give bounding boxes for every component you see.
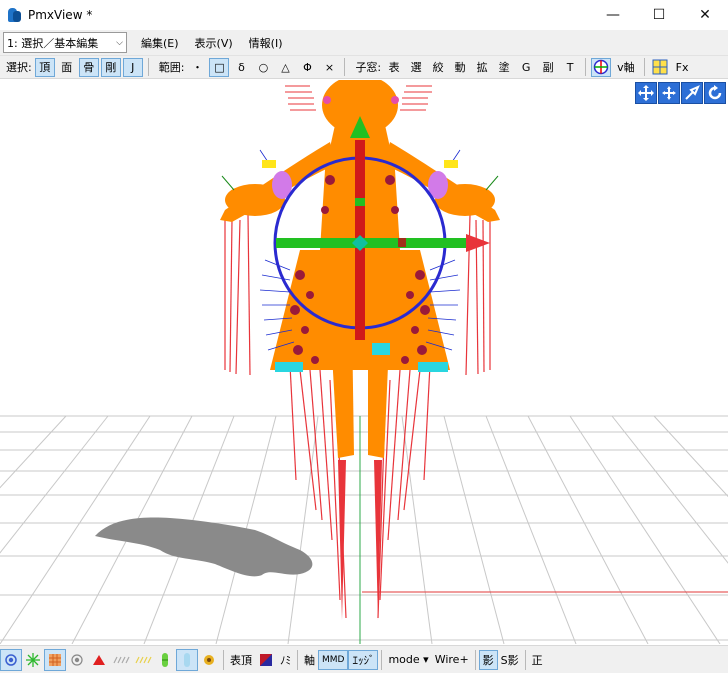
child-t-button[interactable]: T	[560, 58, 580, 77]
child-scale-button[interactable]: 拡	[472, 58, 492, 77]
target-icon[interactable]	[66, 649, 88, 671]
child-paint-button[interactable]: 塗	[494, 58, 514, 77]
child-sub-button[interactable]: 副	[538, 58, 558, 77]
maximize-button[interactable]: ☐	[636, 0, 682, 30]
menu-info[interactable]: 情報(I)	[247, 35, 285, 51]
range-point-button[interactable]: ・	[187, 58, 207, 77]
separator	[147, 58, 149, 76]
capsule-icon[interactable]	[154, 649, 176, 671]
select-label: 選択:	[6, 61, 32, 74]
pan-view-icon[interactable]	[658, 82, 680, 104]
move-view-icon[interactable]	[635, 82, 657, 104]
texture-icon[interactable]	[44, 648, 66, 671]
title-bar: PmxView * — ☐ ✕	[0, 0, 728, 30]
range-clear-button[interactable]: ×	[319, 58, 339, 77]
child-window-label: 子窓:	[355, 61, 382, 74]
hem-left	[275, 362, 303, 372]
x-handle	[398, 238, 406, 247]
child-select-button[interactable]: 選	[406, 58, 426, 77]
range-delta-button[interactable]: δ	[231, 58, 251, 77]
self-shadow-button[interactable]: S影	[498, 650, 522, 670]
child-table-button[interactable]: 表	[384, 58, 404, 77]
child-filter-button[interactable]: 絞	[428, 58, 448, 77]
model-shadow	[95, 517, 313, 577]
bottom-bar: 表頂 ﾉﾐ 軸 MMD ｴｯｼﾞ mode ▾ Wire+ 影 S影 正	[0, 645, 728, 673]
material-color-icon[interactable]	[255, 649, 277, 671]
vertex-display-button[interactable]: 表頂	[227, 650, 255, 670]
range-phi-button[interactable]: Φ	[297, 58, 317, 77]
spark-left	[221, 175, 235, 191]
separator	[223, 649, 224, 670]
wire-plus-button[interactable]: Wire+	[432, 650, 472, 670]
mode-select[interactable]: 1: 選択／基本編集 ⌵	[3, 32, 127, 53]
child-g-button[interactable]: G	[516, 58, 536, 77]
chevron-down-icon: ▾	[423, 653, 429, 666]
separator	[643, 58, 645, 76]
edge-button[interactable]: ｴｯｼﾞ	[348, 649, 379, 670]
rotate-view-icon[interactable]	[704, 82, 726, 104]
separator	[585, 58, 587, 76]
menu-edit[interactable]: 編集(E)	[139, 35, 181, 51]
window-title: PmxView *	[28, 8, 93, 22]
select-joint-button[interactable]: J	[122, 57, 143, 77]
v-axis-button[interactable]: v軸	[613, 58, 639, 77]
range-rect-button[interactable]: □	[209, 57, 230, 77]
close-button[interactable]: ✕	[682, 0, 728, 30]
separator	[474, 649, 476, 670]
scene-canvas	[0, 80, 728, 644]
mode-dropdown[interactable]: mode ▾	[385, 650, 431, 670]
front-view-button[interactable]: 正	[529, 650, 546, 670]
joint-icon[interactable]	[198, 649, 220, 671]
select-face-button[interactable]: 面	[57, 58, 77, 77]
yellow-lines-icon[interactable]	[132, 649, 154, 671]
chevron-down-icon: ⌵	[116, 37, 123, 48]
zoom-view-icon[interactable]	[681, 82, 703, 104]
hem-right	[418, 362, 448, 372]
hem-center	[372, 343, 390, 355]
app-icon	[6, 7, 22, 23]
spark-icon[interactable]	[22, 649, 44, 671]
fx-grid-icon[interactable]	[650, 58, 670, 77]
select-bone-button[interactable]: 骨	[78, 57, 99, 77]
shadow-button[interactable]: 影	[478, 649, 498, 670]
mode-label: mode	[388, 653, 420, 666]
range-circle-button[interactable]: ○	[253, 58, 273, 77]
range-triangle-button[interactable]: △	[275, 58, 295, 77]
x-arrow	[466, 234, 490, 252]
3d-viewport[interactable]	[0, 80, 728, 644]
body-icon[interactable]	[176, 648, 198, 671]
select-vertex-button[interactable]: 頂	[34, 57, 55, 77]
select-rigid-button[interactable]: 剛	[100, 57, 121, 77]
v-axis-icon[interactable]	[591, 57, 612, 77]
y-handle	[355, 198, 365, 206]
mi-button[interactable]: ﾉﾐ	[277, 650, 294, 670]
triangle-icon[interactable]	[88, 649, 110, 671]
range-label: 範囲:	[158, 61, 185, 74]
separator	[381, 649, 383, 670]
tool-bar: 選択: 頂 面 骨 剛 J 範囲: ・ □ δ ○ △ Φ × 子窓: 表 選 …	[0, 56, 728, 79]
mmd-button[interactable]: MMD	[318, 649, 349, 670]
menu-view[interactable]: 表示(V)	[193, 35, 235, 51]
window-controls: — ☐ ✕	[590, 0, 728, 30]
child-move-button[interactable]: 動	[450, 58, 470, 77]
wire-lines-icon[interactable]	[110, 649, 132, 671]
ribbon-right	[391, 96, 399, 104]
yellow-right	[444, 160, 458, 168]
x-bar	[276, 238, 466, 248]
view-tools	[635, 82, 726, 104]
spark-right	[485, 175, 499, 191]
minimize-button[interactable]: —	[590, 0, 636, 30]
separator	[524, 649, 526, 670]
menu-bar: 1: 選択／基本編集 ⌵ 編集(E) 表示(V) 情報(I)	[0, 30, 728, 56]
fx-button[interactable]: Fx	[672, 58, 693, 77]
vertex-point-icon[interactable]	[0, 648, 22, 671]
separator	[344, 58, 346, 76]
axis-button[interactable]: 軸	[301, 650, 318, 670]
mode-select-value: 1: 選択／基本編集	[7, 36, 99, 50]
separator	[297, 649, 298, 670]
ribbon-left	[323, 96, 331, 104]
yellow-left	[262, 160, 276, 168]
